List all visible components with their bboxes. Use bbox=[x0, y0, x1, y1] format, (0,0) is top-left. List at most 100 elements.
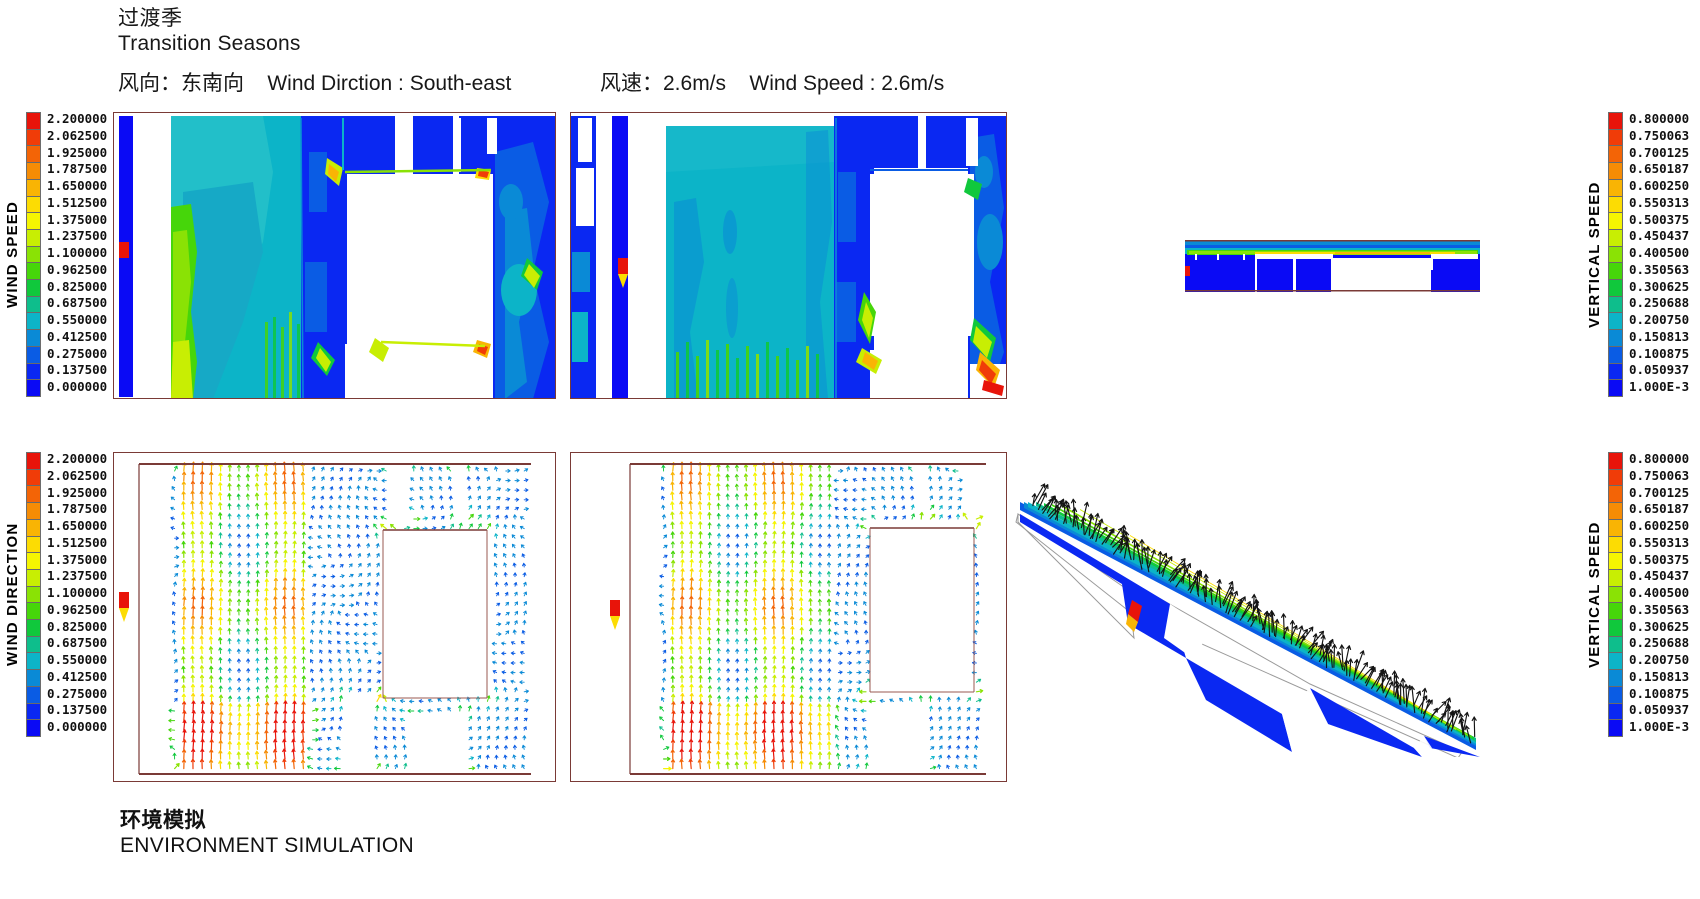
colorbar-tick-label: 0.300625 bbox=[1629, 620, 1689, 637]
contour-field-vs-section bbox=[1185, 232, 1480, 294]
colorbar-tick-label: 1.100000 bbox=[47, 586, 107, 603]
colorbar-swatch bbox=[27, 364, 40, 381]
colorbar-tick-label: 0.550000 bbox=[47, 653, 107, 670]
colorbar-tick-label: 1.650000 bbox=[47, 179, 107, 196]
colorbar-swatch bbox=[1609, 720, 1622, 736]
colorbar-tick-label: 1.000E-3 bbox=[1629, 380, 1689, 397]
colorbar-swatch bbox=[1609, 486, 1622, 503]
colorbar-swatch bbox=[27, 553, 40, 570]
colorbar-wind-speed-top bbox=[26, 112, 41, 397]
colorbar-tick-label: 0.600250 bbox=[1629, 519, 1689, 536]
colorbar-swatch bbox=[1609, 213, 1622, 230]
panel-wind-speed-plan-1[interactable] bbox=[113, 112, 556, 399]
colorbar-swatch bbox=[1609, 653, 1622, 670]
legend-wind-direction-bottom: WIND DIRECTION 2.200000 2.062500 1.925000 1… bbox=[4, 452, 107, 737]
colorbar-swatch bbox=[1609, 364, 1622, 381]
season-title-cn: 过渡季 bbox=[118, 6, 1018, 31]
colorbar-swatch bbox=[1609, 146, 1622, 163]
colorbar-tick-label: 0.750063 bbox=[1629, 469, 1689, 486]
colorbar-tick-label: 1.512500 bbox=[47, 196, 107, 213]
colorbar-swatch bbox=[1609, 687, 1622, 704]
colorbar-tick-label: 2.062500 bbox=[47, 469, 107, 486]
colorbar-tick-label: 2.062500 bbox=[47, 129, 107, 146]
wind-direction-label-cn: 风向：东南向 bbox=[118, 72, 244, 95]
colorbar-swatch bbox=[27, 637, 40, 654]
colorbar-swatch bbox=[27, 503, 40, 520]
colorbar-swatch bbox=[27, 687, 40, 704]
vector-svg-vs-3d bbox=[1010, 452, 1480, 757]
colorbar-swatch bbox=[1609, 180, 1622, 197]
colorbar-swatch bbox=[1609, 503, 1622, 520]
colorbar-tick-label: 0.825000 bbox=[47, 280, 107, 297]
colorbar-tick-label: 0.962500 bbox=[47, 263, 107, 280]
colorbar-tick-label: 0.050937 bbox=[1629, 363, 1689, 380]
colorbar-tick-label: 1.787500 bbox=[47, 162, 107, 179]
colorbar-swatch bbox=[27, 130, 40, 147]
colorbar-swatch bbox=[1609, 553, 1622, 570]
colorbar-tick-label: 0.450437 bbox=[1629, 229, 1689, 246]
legend-vertical-speed-top: VERTICAL SPEED 0.800000 0.750063 0.700125 0… bbox=[1586, 112, 1689, 397]
colorbar-tick-label: 2.200000 bbox=[47, 112, 107, 129]
colorbar-swatch bbox=[27, 280, 40, 297]
colorbar-swatch bbox=[1609, 263, 1622, 280]
colorbar-tick-label: 0.350563 bbox=[1629, 263, 1689, 280]
colorbar-tick-label: 0.100875 bbox=[1629, 687, 1689, 704]
colorbar-tick-label: 0.137500 bbox=[47, 703, 107, 720]
panel-vertical-speed-3d[interactable] bbox=[1010, 452, 1480, 757]
colorbar-swatch bbox=[1609, 313, 1622, 330]
colorbar-tick-label: 0.550000 bbox=[47, 313, 107, 330]
colorbar-swatch bbox=[1609, 570, 1622, 587]
colorbar-swatch bbox=[1609, 247, 1622, 264]
colorbar-swatch bbox=[27, 263, 40, 280]
contour-field-ws2 bbox=[570, 112, 1007, 399]
colorbar-swatch bbox=[1609, 520, 1622, 537]
colorbar-tick-label: 0.150813 bbox=[1629, 670, 1689, 687]
colorbar-tick-label: 0.700125 bbox=[1629, 146, 1689, 163]
colorbar-tick-label: 0.650187 bbox=[1629, 502, 1689, 519]
panel-vertical-speed-section[interactable] bbox=[1185, 232, 1480, 294]
colorbar-swatch bbox=[27, 653, 40, 670]
colorbar-swatch bbox=[27, 380, 40, 396]
colorbar-tick-label: 0.250688 bbox=[1629, 636, 1689, 653]
colorbar-tick-label: 0.700125 bbox=[1629, 486, 1689, 503]
colorbar-tick-label: 0.500375 bbox=[1629, 213, 1689, 230]
colorbar-swatch bbox=[1609, 230, 1622, 247]
colorbar-tick-label: 1.650000 bbox=[47, 519, 107, 536]
colorbar-labels-vertical-speed-top: 0.800000 0.750063 0.700125 0.650187 0.600250… bbox=[1629, 112, 1689, 397]
colorbar-swatch bbox=[27, 230, 40, 247]
caption-en: ENVIRONMENT SIMULATION bbox=[120, 833, 720, 859]
season-title-en: Transition Seasons bbox=[118, 31, 1018, 57]
panel-wind-direction-vectors-2[interactable] bbox=[570, 452, 1007, 782]
colorbar-tick-label: 0.500375 bbox=[1629, 553, 1689, 570]
colorbar-tick-label: 1.375000 bbox=[47, 553, 107, 570]
colorbar-swatch bbox=[27, 163, 40, 180]
colorbar-swatch bbox=[27, 213, 40, 230]
contour-svg-ws2 bbox=[570, 112, 1007, 399]
colorbar-tick-label: 0.000000 bbox=[47, 380, 107, 397]
colorbar-swatch bbox=[27, 313, 40, 330]
colorbar-tick-label: 1.512500 bbox=[47, 536, 107, 553]
colorbar-tick-label: 0.000000 bbox=[47, 720, 107, 737]
colorbar-swatch bbox=[27, 704, 40, 721]
wind-speed-parameter: 风速：2.6m/s Wind Speed : 2.6m/s bbox=[600, 70, 944, 98]
colorbar-tick-label: 0.200750 bbox=[1629, 653, 1689, 670]
vector-field-wd2 bbox=[570, 452, 1007, 782]
colorbar-swatch bbox=[1609, 163, 1622, 180]
colorbar-swatch bbox=[27, 247, 40, 264]
panel-wind-speed-plan-2[interactable] bbox=[570, 112, 1007, 399]
colorbar-tick-label: 0.800000 bbox=[1629, 112, 1689, 129]
panel-wind-direction-vectors-1[interactable] bbox=[113, 452, 556, 782]
colorbar-tick-label: 0.687500 bbox=[47, 636, 107, 653]
colorbar-swatch bbox=[27, 587, 40, 604]
colorbar-swatch bbox=[27, 180, 40, 197]
colorbar-swatch bbox=[27, 570, 40, 587]
colorbar-swatch bbox=[27, 347, 40, 364]
colorbar-swatch bbox=[1609, 380, 1622, 396]
vector-svg-wd1 bbox=[113, 452, 556, 782]
legend-wind-speed-top: WIND SPEED 2.200000 2.062500 1.925000 1.787… bbox=[4, 112, 107, 397]
colorbar-swatch bbox=[27, 520, 40, 537]
colorbar-tick-label: 0.400500 bbox=[1629, 246, 1689, 263]
colorbar-tick-label: 1.925000 bbox=[47, 486, 107, 503]
vector-svg-wd2 bbox=[570, 452, 1007, 782]
colorbar-swatch bbox=[27, 146, 40, 163]
